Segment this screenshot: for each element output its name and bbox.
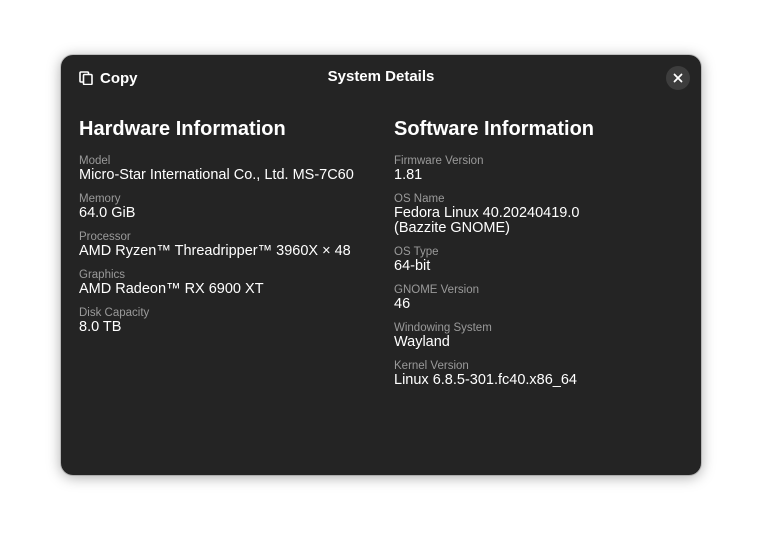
field-value: Micro-Star International Co., Ltd. MS-7C… bbox=[79, 167, 354, 183]
copy-button-label: Copy bbox=[100, 69, 138, 87]
hardware-title: Hardware Information bbox=[79, 118, 286, 140]
field-value: Fedora Linux 40.20240419.0 (Bazzite GNOM… bbox=[394, 205, 580, 236]
dialog-title: System Details bbox=[327, 68, 435, 85]
field-value: Wayland bbox=[394, 334, 450, 350]
field-value: 64.0 GiB bbox=[79, 205, 136, 221]
field-label: OS Type bbox=[394, 246, 439, 258]
hardware-section: Hardware Information Model Micro-Star In… bbox=[79, 117, 379, 345]
field-processor: Processor AMD Ryzen™ Threadripper™ 3960X… bbox=[79, 231, 379, 259]
field-graphics: Graphics AMD Radeon™ RX 6900 XT bbox=[79, 269, 379, 297]
close-button[interactable] bbox=[666, 66, 690, 90]
field-value: 64-bit bbox=[394, 258, 431, 274]
field-value: AMD Radeon™ RX 6900 XT bbox=[79, 281, 264, 297]
field-value: AMD Ryzen™ Threadripper™ 3960X × 48 bbox=[79, 243, 351, 259]
field-gnome-version: GNOME Version 46 bbox=[394, 284, 684, 312]
close-icon bbox=[673, 73, 683, 83]
field-value: Linux 6.8.5-301.fc40.x86_64 bbox=[394, 372, 577, 388]
field-label: GNOME Version bbox=[394, 284, 479, 296]
field-value: 46 bbox=[394, 296, 411, 312]
copy-icon bbox=[79, 71, 93, 85]
field-value: 8.0 TB bbox=[79, 319, 122, 335]
field-memory: Memory 64.0 GiB bbox=[79, 193, 379, 221]
copy-button[interactable]: Copy bbox=[73, 65, 144, 91]
field-windowing-system: Windowing System Wayland bbox=[394, 322, 684, 350]
field-os-name: OS Name Fedora Linux 40.20240419.0 (Bazz… bbox=[394, 193, 684, 236]
field-os-type: OS Type 64-bit bbox=[394, 246, 684, 274]
software-title: Software Information bbox=[394, 118, 595, 140]
field-disk-capacity: Disk Capacity 8.0 TB bbox=[79, 307, 379, 335]
field-kernel-version: Kernel Version Linux 6.8.5-301.fc40.x86_… bbox=[394, 360, 684, 388]
field-label: Firmware Version bbox=[394, 155, 484, 167]
dialog-header: Copy System Details bbox=[61, 55, 701, 101]
field-model: Model Micro-Star International Co., Ltd.… bbox=[79, 155, 379, 183]
field-value: 1.81 bbox=[394, 167, 423, 183]
field-label: Disk Capacity bbox=[79, 307, 150, 319]
software-section: Software Information Firmware Version 1.… bbox=[394, 117, 684, 398]
field-firmware-version: Firmware Version 1.81 bbox=[394, 155, 684, 183]
system-details-dialog: Copy System Details Hardware Information… bbox=[61, 55, 701, 475]
